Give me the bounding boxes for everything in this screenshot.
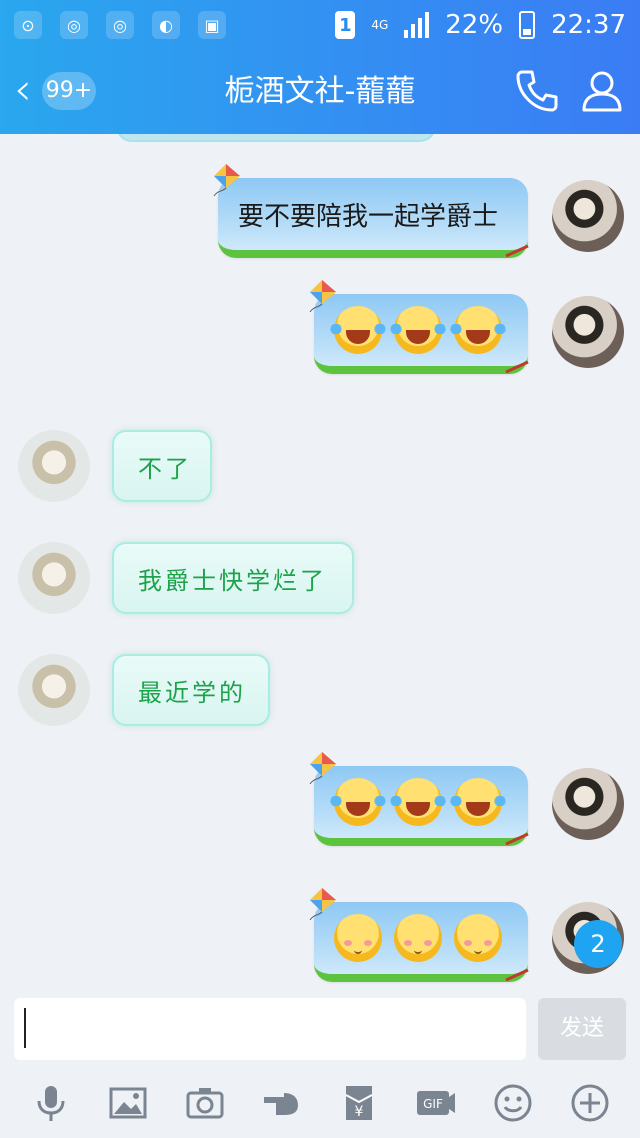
avatar-me[interactable] — [552, 296, 624, 368]
message-bubble-theirs[interactable]: 我爵士快学烂了 — [112, 542, 354, 614]
pen-icon — [505, 360, 529, 374]
kite-icon — [309, 752, 336, 785]
avatar-me[interactable] — [552, 768, 624, 840]
wechat-icon: ◐ — [152, 11, 180, 39]
netease-icon: ⊙ — [14, 11, 42, 39]
message-text: 要不要陪我一起学爵士 — [238, 201, 499, 232]
message-bubble-mine[interactable] — [309, 888, 529, 982]
avatar-them[interactable] — [18, 542, 90, 614]
laugh-cry-emoji — [450, 306, 506, 354]
yuan-glyph: ¥ — [354, 1104, 363, 1120]
input-bar: 发送 — [0, 994, 640, 1068]
avatar-them[interactable] — [18, 654, 90, 726]
network-type: 4G — [371, 18, 389, 32]
poke-hand-icon[interactable] — [260, 1081, 304, 1125]
shy-emoji — [454, 914, 502, 962]
status-right: 1 4G 22% 22:37 — [335, 10, 626, 40]
profile-icon[interactable] — [578, 66, 626, 114]
unread-total-badge[interactable]: 99+ — [42, 72, 96, 110]
chat-header: ‹ 99+ 栀酒文社-蘢蘢 — [0, 50, 640, 134]
emoji-icon[interactable] — [491, 1081, 535, 1125]
phone-icon[interactable] — [512, 66, 560, 114]
hotspot-icon: ◎ — [60, 11, 88, 39]
laugh-cry-emoji — [330, 778, 386, 826]
status-bar: ⊙ ◎ ◎ ◐ ▣ 1 4G 22% 22:37 — [0, 0, 640, 50]
image-icon[interactable] — [106, 1081, 150, 1125]
signal-icon — [404, 12, 430, 38]
gif-icon[interactable]: GIF — [414, 1081, 458, 1125]
pen-icon — [505, 832, 529, 846]
gallery-icon: ▣ — [198, 11, 226, 39]
message-bubble-partial — [116, 134, 436, 142]
camera-icon[interactable] — [183, 1081, 227, 1125]
laugh-cry-emoji — [390, 778, 446, 826]
battery-icon — [519, 11, 536, 39]
message-input[interactable] — [14, 998, 526, 1060]
microphone-icon[interactable] — [29, 1081, 73, 1125]
sim-icon: 1 — [335, 11, 356, 39]
input-toolbar: ¥ GIF — [0, 1068, 640, 1138]
message-bubble-mine[interactable] — [309, 280, 529, 374]
avatar-me[interactable] — [552, 180, 624, 252]
chat-title: 栀酒文社-蘢蘢 — [224, 74, 416, 109]
new-message-badge[interactable]: 2 — [574, 920, 622, 968]
status-left-icons: ⊙ ◎ ◎ ◐ ▣ — [14, 11, 226, 39]
pen-icon — [505, 968, 529, 982]
kite-icon — [309, 888, 336, 921]
kite-icon — [213, 164, 240, 197]
laugh-cry-emoji — [450, 778, 506, 826]
pen-icon — [505, 244, 529, 258]
message-text: 我爵士快学烂了 — [138, 566, 327, 595]
clock: 22:37 — [551, 10, 626, 40]
red-packet-icon[interactable]: ¥ — [337, 1081, 381, 1125]
message-bubble-mine[interactable] — [309, 752, 529, 846]
text-caret — [24, 1008, 26, 1048]
battery-percent: 22% — [445, 10, 504, 40]
gif-label: GIF — [423, 1097, 443, 1111]
kite-icon — [309, 280, 336, 313]
laugh-cry-emoji — [390, 306, 446, 354]
shy-emoji — [334, 914, 382, 962]
back-chevron-icon[interactable]: ‹ — [14, 68, 44, 112]
avatar-them[interactable] — [18, 430, 90, 502]
laugh-cry-emoji — [330, 306, 386, 354]
message-list[interactable]: 要不要陪我一起学爵士 不了 我爵士快学烂了 最近学的 2 — [0, 134, 640, 994]
message-bubble-mine[interactable]: 要不要陪我一起学爵士 — [213, 164, 529, 258]
send-button[interactable]: 发送 — [538, 998, 626, 1060]
message-text: 不了 — [138, 454, 192, 483]
message-bubble-theirs[interactable]: 不了 — [112, 430, 212, 502]
shy-emoji — [394, 914, 442, 962]
message-text: 最近学的 — [138, 678, 246, 707]
message-bubble-theirs[interactable]: 最近学的 — [112, 654, 270, 726]
plus-icon[interactable] — [568, 1081, 612, 1125]
hotspot-icon: ◎ — [106, 11, 134, 39]
